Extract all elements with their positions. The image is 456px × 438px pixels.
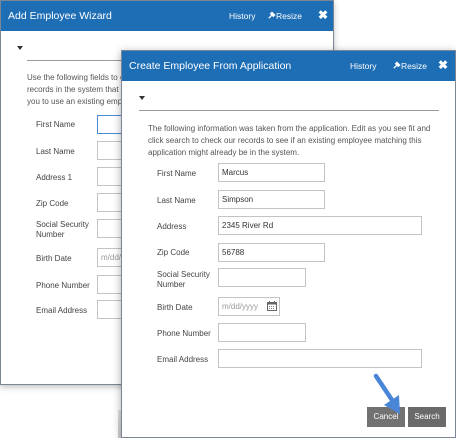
zip-code-label: Zip Code [157,248,190,257]
address-field[interactable] [218,216,422,235]
intro-text: Use the following fields to en records i… [27,72,129,108]
ssn-field[interactable] [218,268,306,287]
email-address-label: Email Address [36,306,88,315]
last-name-label: Last Name [157,196,196,205]
email-address-field[interactable] [218,349,422,368]
dialog-title: Add Employee Wizard [8,10,112,22]
history-link[interactable]: History [229,11,255,21]
search-button[interactable]: Search [408,407,446,427]
arrow-pointer-icon [373,373,400,414]
title-bar: Create Employee From Application History… [122,51,455,81]
first-name-field[interactable] [218,163,325,182]
phone-number-field[interactable] [218,323,306,342]
intro-line: Use the following fields to en [27,73,129,82]
dialog-title: Create Employee From Application [129,60,292,72]
intro-text: The following information was taken from… [148,123,430,159]
intro-line: The following information was taken from… [148,124,431,133]
ssn-label: Social Security Number [157,270,210,289]
calendar-icon[interactable] [267,301,277,311]
resize-link[interactable]: Resize [392,61,427,71]
pin-icon [393,61,401,69]
close-icon[interactable]: ✖ [438,58,448,72]
zip-code-label: Zip Code [36,199,69,208]
address-label: Address 1 [36,173,73,182]
close-icon[interactable]: ✖ [318,8,328,22]
title-bar: Add Employee Wizard History Resize ✖ [1,1,333,31]
divider [139,110,439,111]
resize-label: Resize [276,11,302,21]
zip-code-field[interactable] [218,243,325,262]
first-name-label: First Name [36,120,76,129]
pin-icon [268,11,276,19]
intro-line: you to use an existing emplo [27,97,129,106]
phone-number-label: Phone Number [36,281,90,290]
address-label: Address [157,222,187,231]
birth-date-label: Birth Date [36,254,72,263]
email-address-label: Email Address [157,355,209,364]
intro-line: records in the system that ar [27,85,128,94]
first-name-label: First Name [157,169,197,178]
resize-label: Resize [401,61,427,71]
history-link[interactable]: History [350,61,376,71]
birth-date-label: Birth Date [157,303,193,312]
caret-down-icon[interactable] [17,46,23,50]
phone-number-label: Phone Number [157,329,211,338]
intro-line: application might already be in the syst… [148,148,300,157]
last-name-field[interactable] [218,190,325,209]
last-name-label: Last Name [36,147,75,156]
ssn-label: Social Security Number [36,220,89,239]
caret-down-icon[interactable] [139,96,145,100]
resize-link[interactable]: Resize [267,11,302,21]
intro-line: click search to check our records to see… [148,136,422,145]
